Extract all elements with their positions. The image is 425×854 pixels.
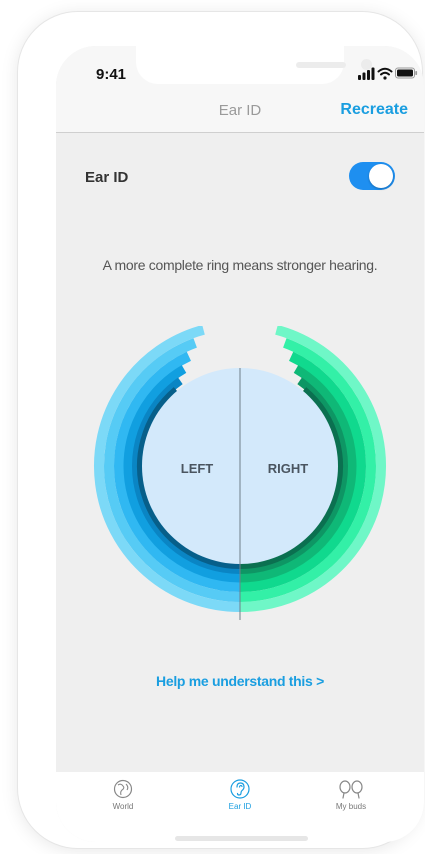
- ear-icon: [230, 779, 250, 799]
- home-indicator: [175, 836, 308, 841]
- status-icons: [358, 67, 418, 80]
- speaker-grille: [296, 62, 346, 68]
- tab-world-label: World: [112, 802, 134, 811]
- toggle-knob: [369, 164, 393, 188]
- help-link[interactable]: Help me understand this >: [56, 673, 424, 689]
- app-screen: 9:41 Ear ID Recreate Ear ID A more compl…: [56, 46, 424, 842]
- ear-id-setting-label: Ear ID: [85, 169, 129, 186]
- left-ear-label: LEFT: [181, 461, 214, 476]
- status-time: 9:41: [96, 66, 127, 83]
- tab-my-buds[interactable]: My buds: [306, 778, 396, 818]
- tab-world[interactable]: World: [78, 778, 168, 818]
- earbuds-icon: [339, 780, 363, 799]
- right-ear-label: RIGHT: [268, 461, 309, 476]
- battery-icon: [395, 67, 418, 79]
- ring-explanation: A more complete ring means stronger hear…: [102, 257, 378, 273]
- tab-ear-id-label: Ear ID: [228, 802, 252, 811]
- phone-frame: 9:41 Ear ID Recreate Ear ID A more compl…: [18, 12, 424, 848]
- wifi-icon: [377, 67, 393, 80]
- signal-icon: [358, 67, 375, 80]
- ear-id-toggle[interactable]: [349, 162, 395, 190]
- tab-my-buds-label: My buds: [335, 802, 367, 811]
- recreate-button[interactable]: Recreate: [340, 101, 408, 119]
- navigation-bar: 9:41 Ear ID Recreate: [56, 46, 424, 133]
- device-notch: [136, 46, 372, 84]
- globe-icon: [113, 779, 133, 799]
- hearing-ring-chart: LEFT RIGHT: [93, 326, 387, 620]
- tab-ear-id[interactable]: Ear ID: [195, 778, 285, 818]
- tab-bar: World Ear ID My buds: [56, 772, 424, 842]
